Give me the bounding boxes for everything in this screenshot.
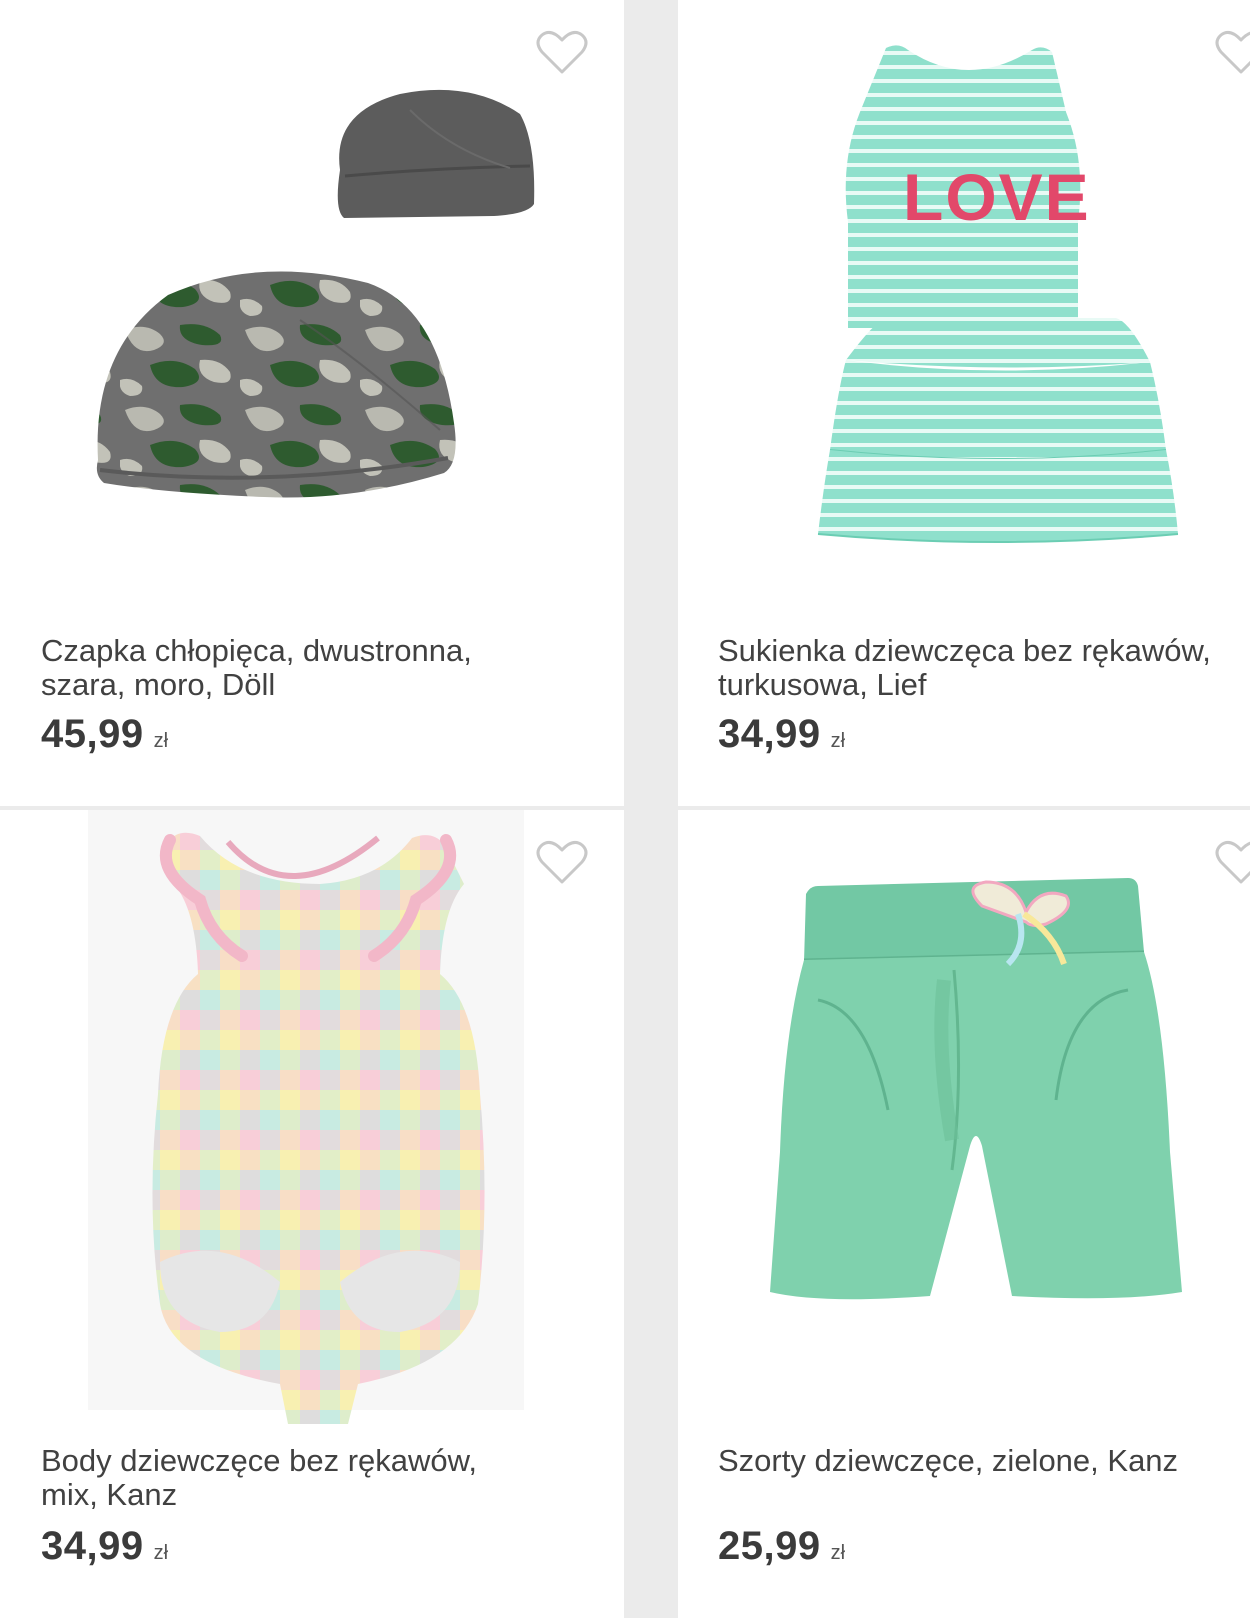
product-image-dress[interactable]: LOVE xyxy=(678,0,1250,620)
product-card[interactable]: Szorty dziewczęce, zielone, Kanz 25,99 zł xyxy=(678,810,1250,1618)
product-image-body[interactable] xyxy=(0,810,624,1430)
price-amount: 45,99 xyxy=(41,712,144,756)
price-currency: zł xyxy=(153,1542,169,1564)
dress-print-text: LOVE xyxy=(903,160,1091,234)
price-amount: 34,99 xyxy=(718,712,821,756)
product-price: 25,99 zł xyxy=(718,1524,845,1569)
product-price: 34,99 zł xyxy=(718,712,845,757)
favorite-heart-icon[interactable] xyxy=(536,30,588,76)
favorite-heart-icon[interactable] xyxy=(1215,840,1250,886)
price-currency: zł xyxy=(830,730,846,752)
product-title[interactable]: Szorty dziewczęce, zielone, Kanz xyxy=(718,1444,1250,1478)
product-price: 34,99 zł xyxy=(41,1524,168,1569)
price-amount: 34,99 xyxy=(41,1524,144,1568)
product-title[interactable]: Sukienka dziewczęca bez rękawów, turkuso… xyxy=(718,634,1250,702)
product-title[interactable]: Czapka chłopięca, dwustronna, szara, mor… xyxy=(41,634,601,702)
price-currency: zł xyxy=(153,730,169,752)
product-image-hat[interactable] xyxy=(0,0,624,620)
product-image-shorts[interactable] xyxy=(678,810,1250,1430)
product-card[interactable]: Czapka chłopięca, dwustronna, szara, mor… xyxy=(0,0,624,806)
price-currency: zł xyxy=(830,1542,846,1564)
product-card[interactable]: Body dziewczęce bez rękawów, mix, Kanz 3… xyxy=(0,810,624,1618)
favorite-heart-icon[interactable] xyxy=(536,840,588,886)
product-title[interactable]: Body dziewczęce bez rękawów, mix, Kanz xyxy=(41,1444,601,1512)
product-card[interactable]: LOVE Sukienka dziewczęca bez rękawów, tu… xyxy=(678,0,1250,806)
product-grid: Czapka chłopięca, dwustronna, szara, mor… xyxy=(0,0,1250,1618)
product-price: 45,99 zł xyxy=(41,712,168,757)
price-amount: 25,99 xyxy=(718,1524,821,1568)
favorite-heart-icon[interactable] xyxy=(1215,30,1250,76)
